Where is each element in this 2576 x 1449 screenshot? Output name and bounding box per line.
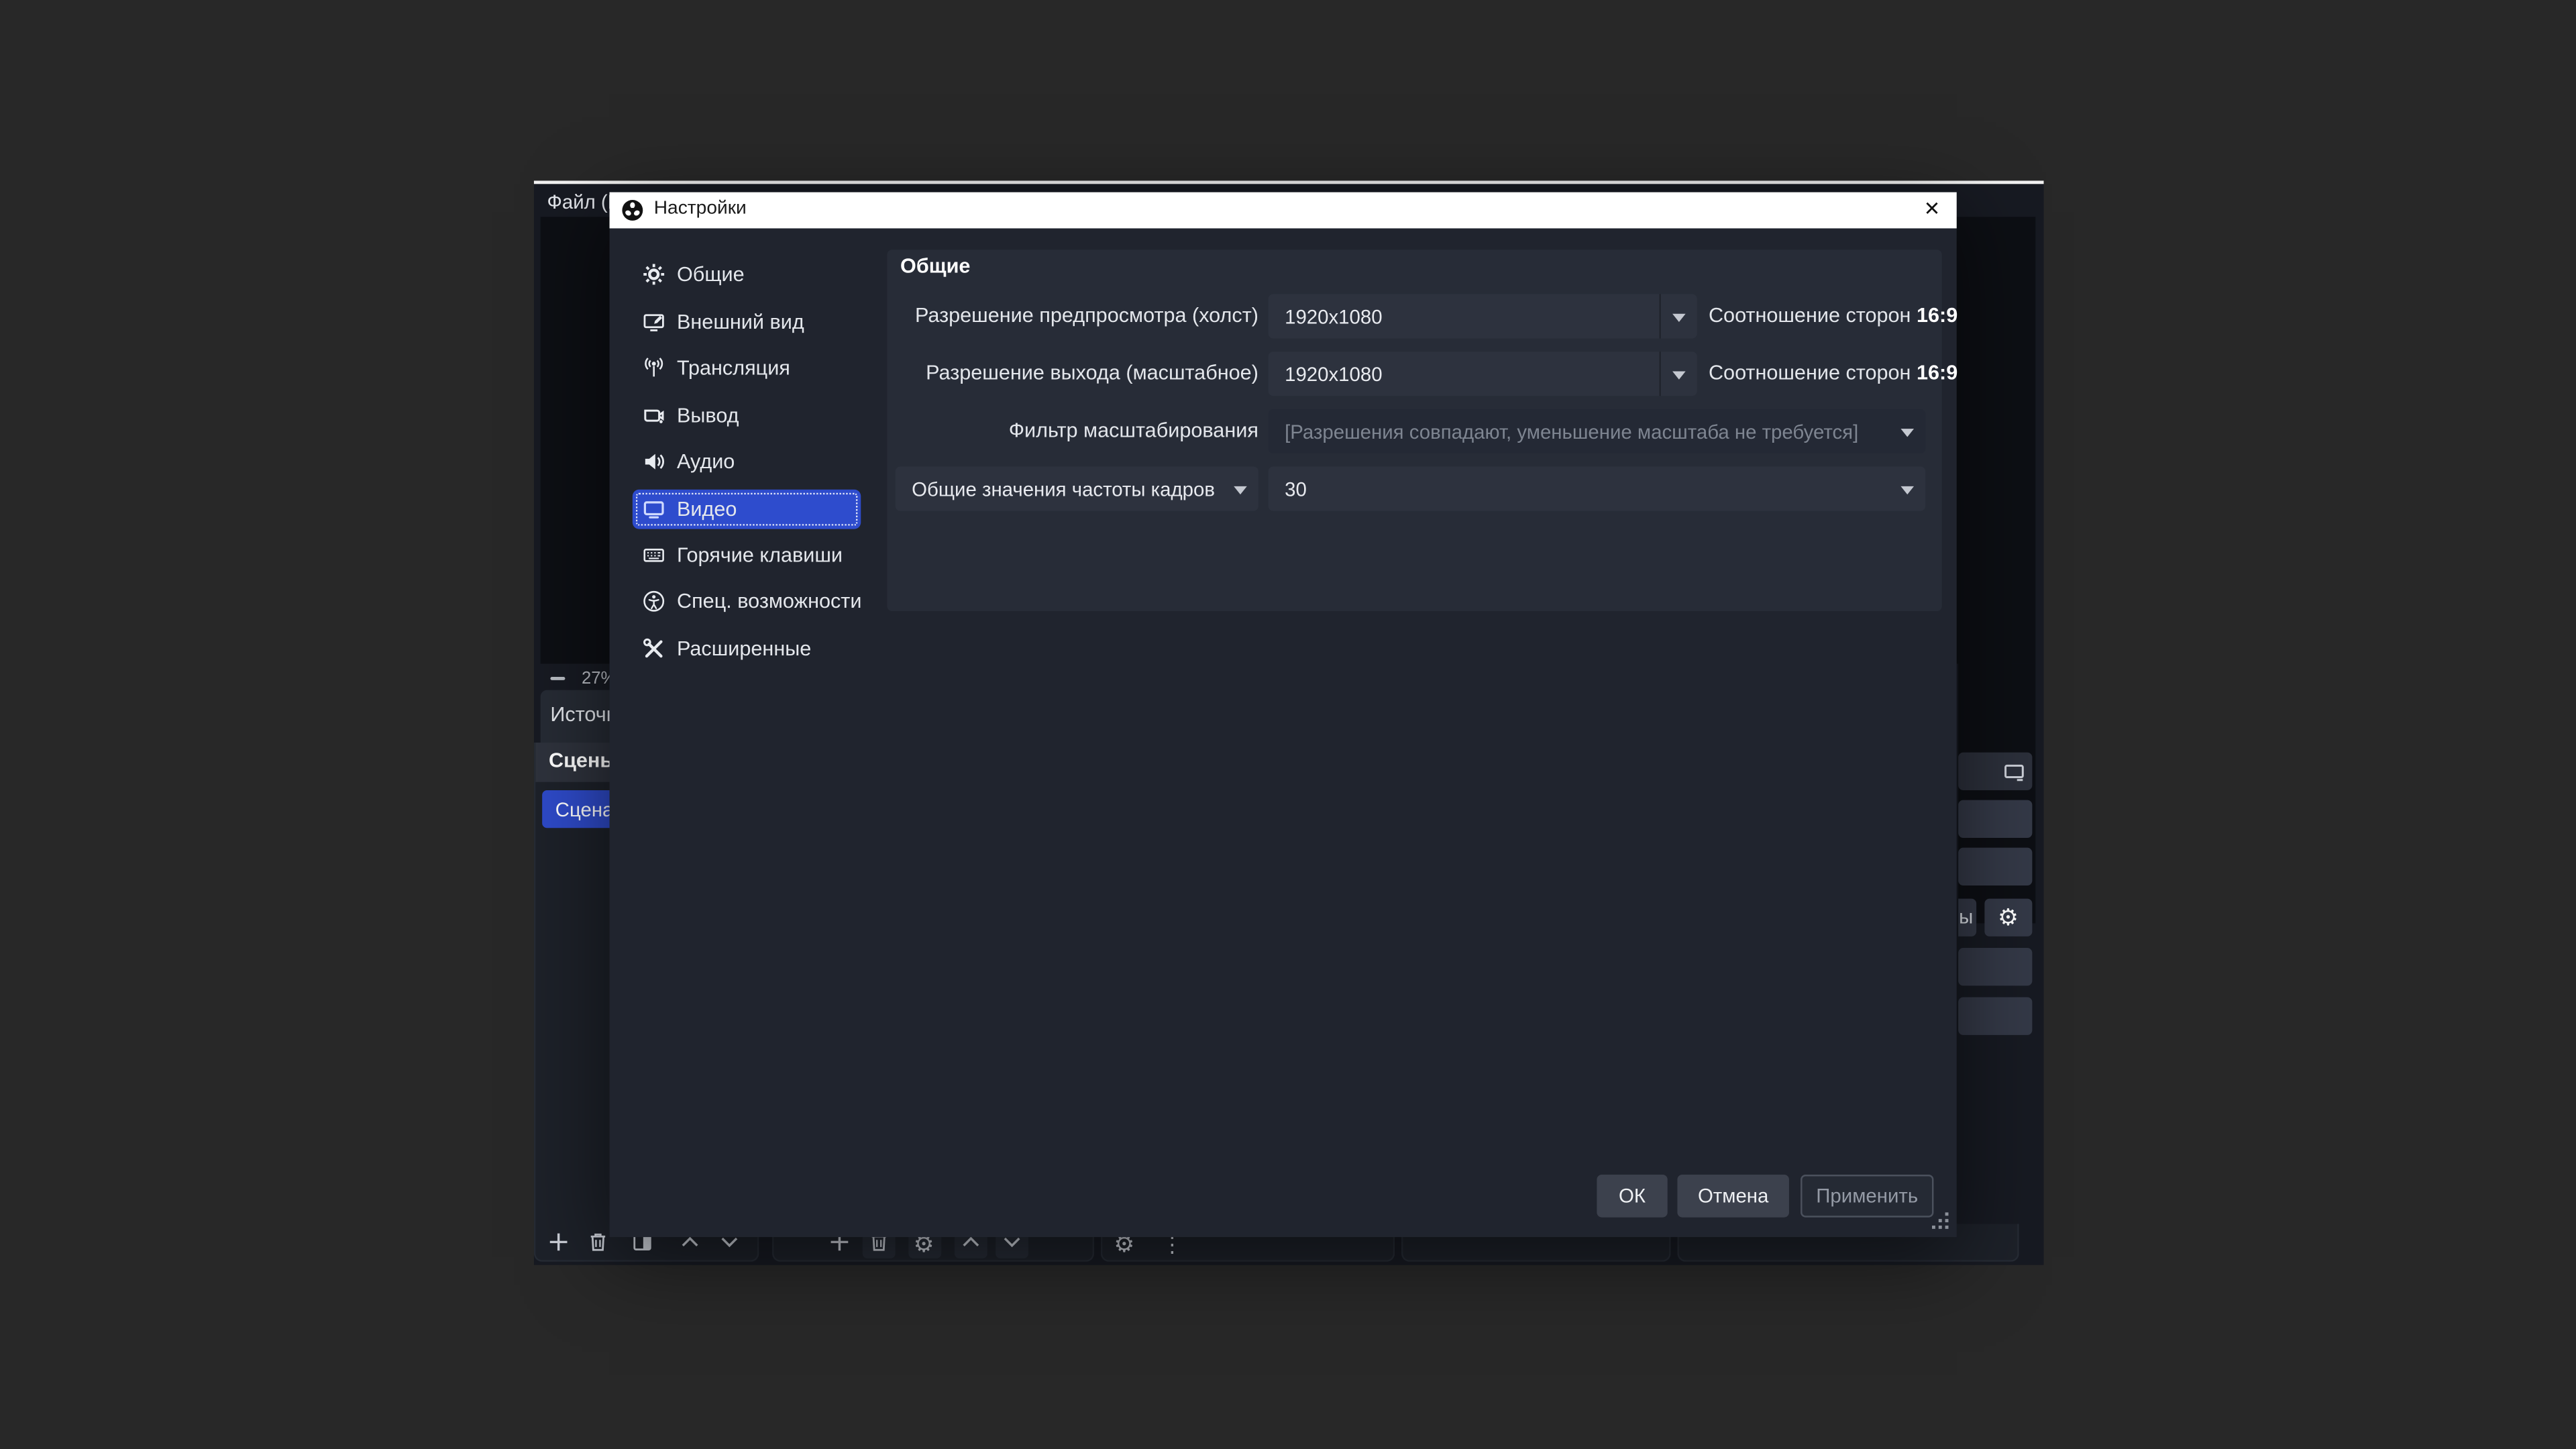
downscale-filter-combobox: [Разрешения совпадают, уменьшение масшта… [1269, 409, 1926, 453]
control-button-fragment[interactable] [1958, 998, 2032, 1035]
canvas-resolution-label: Разрешение предпросмотра (холст) [887, 304, 1258, 327]
appearance-icon [643, 311, 665, 333]
chevron-down-icon [1889, 409, 1925, 453]
chevron-down-icon [1659, 294, 1697, 338]
output-aspect-ratio: Соотношение сторон 16:9 [1709, 362, 1957, 384]
dialog-titlebar[interactable]: Настройки ✕ [610, 193, 1957, 229]
sidebar-item-general[interactable]: Общие [633, 255, 861, 294]
dialog-title: Настройки [654, 199, 747, 218]
audio-icon [643, 450, 665, 473]
scene-name: Сцена [555, 798, 614, 820]
transitions-dock-fragment [1958, 753, 2032, 790]
settings-dialog: Настройки ✕ Общие Внешний вид Трансляция… [610, 193, 1957, 1238]
add-scene-icon[interactable] [547, 1230, 570, 1253]
display-icon [2002, 761, 2024, 782]
chevron-down-icon [1222, 467, 1258, 511]
canvas-resolution-combobox[interactable]: 1920x1080 [1269, 294, 1697, 338]
virtualcam-settings-gear-button[interactable]: ⚙ [1984, 899, 2032, 936]
control-button-fragment[interactable] [1958, 848, 2032, 885]
resize-grip[interactable] [1945, 1226, 1949, 1229]
sidebar-item-stream[interactable]: Трансляция [633, 348, 861, 388]
gear-icon [643, 263, 665, 286]
preview-zoom-control: 27% [550, 667, 616, 690]
sources-dock-title: Источн [550, 703, 617, 726]
cancel-button[interactable]: Отмена [1677, 1175, 1789, 1218]
chevron-down-icon [1659, 352, 1697, 396]
output-resolution-combobox[interactable]: 1920x1080 [1269, 352, 1697, 396]
sidebar-item-hotkeys[interactable]: Горячие клавиши [633, 535, 861, 575]
downscale-filter-label: Фильтр масштабирования [887, 419, 1258, 441]
desktop: Файл (F 27% Источн Сцены Сцена [0, 0, 2576, 1449]
video-icon [643, 498, 665, 521]
sidebar-item-audio[interactable]: Аудио [633, 442, 861, 482]
sidebar-item-advanced[interactable]: Расширенные [633, 629, 861, 669]
fps-type-combobox[interactable]: Общие значения частоты кадров [896, 467, 1258, 511]
broadcast-icon [643, 356, 665, 379]
sidebar-item-accessibility[interactable]: Спец. возможности [633, 582, 861, 621]
output-icon [643, 404, 665, 427]
sidebar-item-video[interactable]: Видео [633, 490, 861, 529]
sidebar-item-appearance[interactable]: Внешний вид [633, 303, 861, 342]
output-resolution-label: Разрешение выхода (масштабное) [887, 362, 1258, 384]
hotkeys-icon [643, 544, 665, 567]
canvas-aspect-ratio: Соотношение сторон 16:9 [1709, 304, 1957, 327]
apply-button[interactable]: Применить [1801, 1175, 1933, 1218]
sidebar-item-output[interactable]: Вывод [633, 396, 861, 435]
advanced-icon [643, 637, 665, 660]
obs-logo-icon [621, 199, 644, 221]
ok-button[interactable]: ОК [1597, 1175, 1667, 1218]
zoom-out-icon[interactable] [550, 677, 565, 680]
control-button-fragment-label[interactable]: ы [1958, 899, 1976, 936]
fps-value-combobox[interactable]: 30 [1269, 467, 1926, 511]
accessibility-icon [643, 590, 665, 612]
control-button-fragment[interactable] [1958, 800, 2032, 838]
close-icon[interactable]: ✕ [1924, 197, 1941, 220]
window-top-border [534, 180, 2044, 184]
video-general-section: Общие Разрешение предпросмотра (холст) 1… [887, 250, 1941, 611]
remove-scene-trash-icon[interactable] [586, 1230, 609, 1253]
section-header: Общие [900, 255, 970, 278]
scenes-dock-title: Сцены [549, 749, 618, 772]
control-button-fragment[interactable] [1958, 948, 2032, 985]
menu-file[interactable]: Файл (F [547, 191, 620, 213]
chevron-down-icon [1889, 467, 1925, 511]
